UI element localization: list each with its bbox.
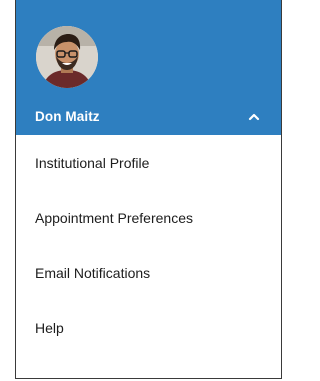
avatar-photo — [36, 26, 98, 88]
menu-item-label: Appointment Preferences — [35, 210, 193, 226]
menu-item-label: Help — [35, 320, 64, 336]
chevron-up-icon — [248, 113, 260, 121]
user-menu-toggle[interactable]: Don Maitz — [16, 102, 281, 132]
menu-item-label: Institutional Profile — [35, 155, 150, 171]
avatar[interactable] — [36, 26, 98, 88]
user-menu-list: Institutional Profile Appointment Prefer… — [16, 135, 281, 355]
user-menu-panel: Don Maitz Institutional Profile Appointm… — [15, 0, 282, 379]
menu-item-appointment-preferences[interactable]: Appointment Preferences — [16, 190, 281, 245]
menu-item-help[interactable]: Help — [16, 300, 281, 355]
user-name: Don Maitz — [35, 109, 100, 124]
user-header: Don Maitz — [16, 0, 281, 135]
menu-item-institutional-profile[interactable]: Institutional Profile — [16, 135, 281, 190]
menu-item-label: Email Notifications — [35, 265, 151, 281]
menu-item-email-notifications[interactable]: Email Notifications — [16, 245, 281, 300]
